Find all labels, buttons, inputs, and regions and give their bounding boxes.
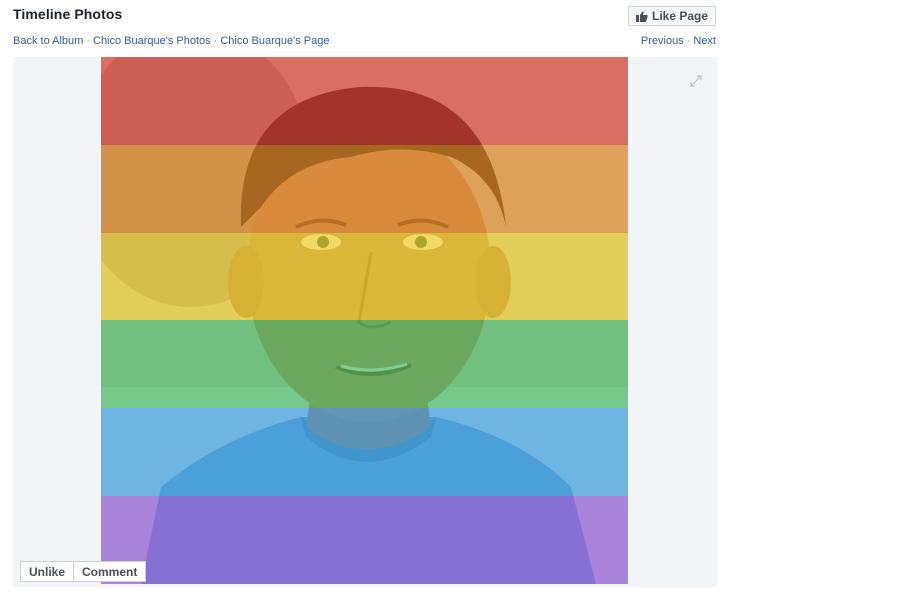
rainbow-stripe-orange (101, 144, 628, 233)
photo-stage (13, 57, 717, 587)
like-page-button[interactable]: Like Page (628, 6, 716, 26)
comment-button[interactable]: Comment (73, 562, 145, 581)
profile-photo[interactable] (101, 57, 628, 584)
previous-link[interactable]: Previous (641, 35, 684, 47)
breadcrumb-separator: · (213, 35, 218, 47)
page-title: Timeline Photos (13, 6, 123, 22)
thumbs-up-icon (635, 10, 648, 22)
page-link[interactable]: Chico Buarque's Page (220, 35, 329, 47)
breadcrumb-separator: · (86, 35, 90, 47)
rainbow-stripe-yellow (101, 232, 628, 321)
rainbow-stripe-green (101, 320, 628, 409)
photos-link[interactable]: Chico Buarque's Photos (93, 35, 211, 47)
rainbow-stripe-purple (101, 496, 628, 584)
expand-icon[interactable] (690, 74, 702, 87)
rainbow-stripe-blue (101, 408, 628, 497)
pager-separator: · (686, 35, 691, 47)
photo-pager: Previous · Next (641, 35, 716, 47)
next-link[interactable]: Next (693, 35, 716, 47)
rainbow-stripe-red (101, 57, 628, 145)
like-page-label: Like Page (651, 9, 709, 23)
photo-actions: Unlike Comment (20, 561, 147, 582)
unlike-button[interactable]: Unlike (21, 562, 73, 581)
breadcrumb: Back to Album · Chico Buarque's Photos · Chi… (13, 35, 329, 47)
back-to-album-link[interactable]: Back to Album (13, 35, 83, 47)
rainbow-overlay (101, 57, 628, 584)
